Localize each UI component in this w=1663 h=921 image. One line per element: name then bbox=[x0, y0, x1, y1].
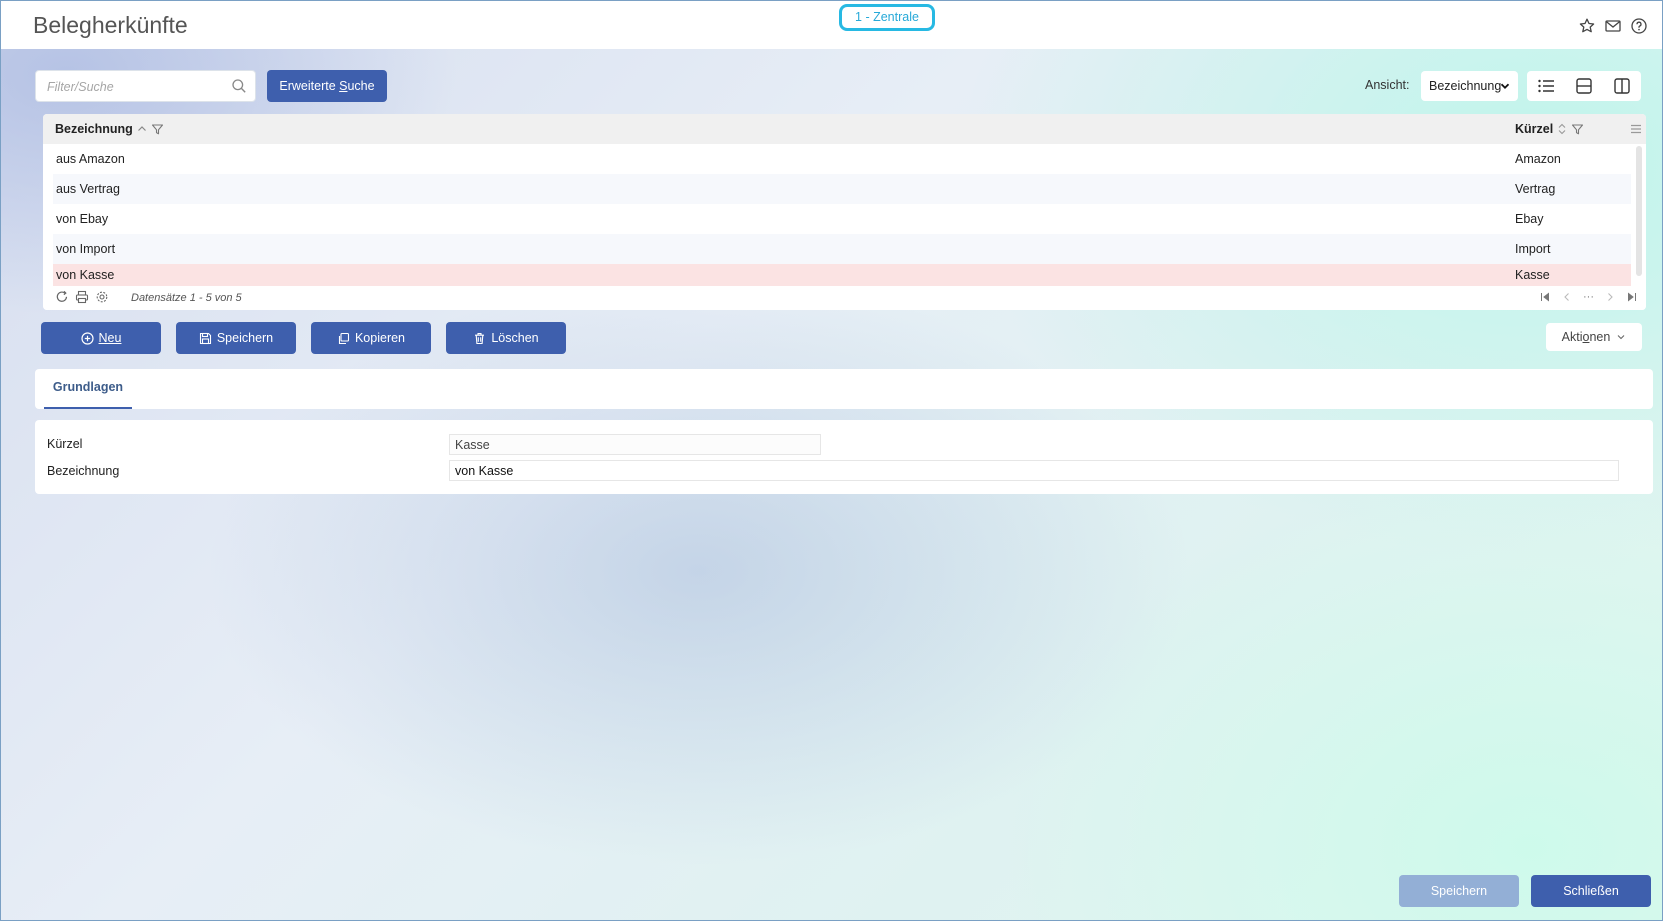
grid-header: Bezeichnung Kürzel bbox=[43, 114, 1646, 144]
detail-form: Kürzel Bezeichnung bbox=[35, 420, 1653, 494]
cell-bezeichnung: von Ebay bbox=[56, 212, 109, 226]
grid-footer: Datensätze 1 - 5 von 5 ··· bbox=[43, 286, 1646, 310]
filter-icon[interactable] bbox=[1571, 123, 1584, 136]
first-page-icon[interactable] bbox=[1539, 291, 1551, 303]
view-label: Ansicht: bbox=[1365, 78, 1410, 92]
advanced-search-button[interactable]: Erweiterte Suche bbox=[267, 70, 387, 102]
split-horizontal-icon[interactable] bbox=[1565, 71, 1603, 101]
actions-dropdown[interactable]: Aktionen bbox=[1546, 323, 1642, 351]
copy-button[interactable]: Kopieren bbox=[311, 322, 431, 354]
table-row[interactable]: aus Vertrag Vertrag bbox=[53, 174, 1631, 204]
page-title: Belegherkünfte bbox=[33, 12, 188, 38]
layout-toggle bbox=[1527, 71, 1641, 101]
plus-circle-icon bbox=[80, 331, 94, 345]
data-grid: Bezeichnung Kürzel aus Amazon Amazon aus… bbox=[43, 114, 1646, 310]
table-row-selected[interactable]: von Kasse Kasse bbox=[53, 264, 1631, 286]
filter-search-box[interactable] bbox=[35, 70, 256, 102]
floppy-icon bbox=[199, 332, 212, 345]
grid-scrollbar[interactable] bbox=[1636, 146, 1642, 276]
column-header-kuerzel[interactable]: Kürzel bbox=[1515, 122, 1584, 136]
print-icon[interactable] bbox=[75, 290, 89, 304]
footer-save-button[interactable]: Speichern bbox=[1399, 875, 1519, 907]
company-badge[interactable]: 1 - Zentrale bbox=[839, 4, 935, 31]
split-vertical-icon[interactable] bbox=[1603, 71, 1641, 101]
chevron-down-icon bbox=[1499, 80, 1511, 92]
table-row[interactable]: von Import Import bbox=[53, 234, 1631, 264]
cell-kuerzel: Amazon bbox=[1515, 152, 1561, 166]
chevron-down-icon bbox=[1616, 332, 1626, 342]
refresh-icon[interactable] bbox=[55, 290, 69, 304]
cell-kuerzel: Kasse bbox=[1515, 268, 1550, 282]
cell-bezeichnung: aus Amazon bbox=[56, 152, 125, 166]
page-ellipsis[interactable]: ··· bbox=[1583, 291, 1594, 303]
column-header-bezeichnung[interactable]: Bezeichnung bbox=[55, 122, 164, 136]
cell-kuerzel: Import bbox=[1515, 242, 1551, 256]
filter-search-input[interactable] bbox=[47, 78, 227, 96]
next-page-icon[interactable] bbox=[1604, 291, 1616, 303]
copy-icon bbox=[337, 332, 350, 345]
cell-bezeichnung: von Kasse bbox=[56, 268, 115, 282]
cell-bezeichnung: von Import bbox=[56, 242, 116, 256]
delete-button[interactable]: Löschen bbox=[446, 322, 566, 354]
kuerzel-field[interactable] bbox=[449, 434, 821, 455]
tab-grundlagen[interactable]: Grundlagen bbox=[44, 369, 132, 409]
help-icon[interactable] bbox=[1630, 17, 1648, 35]
list-view-icon[interactable] bbox=[1527, 71, 1565, 101]
last-page-icon[interactable] bbox=[1626, 291, 1638, 303]
search-icon[interactable] bbox=[231, 78, 247, 94]
prev-page-icon[interactable] bbox=[1561, 291, 1573, 303]
gear-icon[interactable] bbox=[95, 290, 109, 304]
new-button[interactable]: Neu bbox=[41, 322, 161, 354]
table-row[interactable]: von Ebay Ebay bbox=[53, 204, 1631, 234]
sort-asc-icon[interactable] bbox=[137, 124, 147, 134]
pager: ··· bbox=[1539, 291, 1638, 303]
trash-icon bbox=[473, 332, 486, 345]
kuerzel-label: Kürzel bbox=[47, 437, 83, 451]
view-select[interactable]: Bezeichnung bbox=[1421, 71, 1518, 101]
bezeichnung-label: Bezeichnung bbox=[47, 464, 120, 478]
grid-body: aus Amazon Amazon aus Vertrag Vertrag vo… bbox=[53, 144, 1631, 286]
close-button[interactable]: Schließen bbox=[1531, 875, 1651, 907]
header-icons bbox=[1578, 17, 1648, 35]
record-count: Datensätze 1 - 5 von 5 bbox=[131, 292, 242, 304]
star-icon[interactable] bbox=[1578, 17, 1596, 35]
cell-bezeichnung: aus Vertrag bbox=[56, 182, 120, 196]
cell-kuerzel: Vertrag bbox=[1515, 182, 1556, 196]
cell-kuerzel: Ebay bbox=[1515, 212, 1544, 226]
filter-icon[interactable] bbox=[151, 123, 164, 136]
bezeichnung-field[interactable] bbox=[449, 460, 1619, 481]
tab-bar: Grundlagen bbox=[35, 369, 1653, 409]
table-row[interactable]: aus Amazon Amazon bbox=[53, 144, 1631, 174]
column-menu-icon[interactable] bbox=[1630, 123, 1642, 135]
app-header: Belegherkünfte 1 - Zentrale bbox=[1, 1, 1662, 49]
view-select-value: Bezeichnung bbox=[1429, 79, 1502, 93]
save-button[interactable]: Speichern bbox=[176, 322, 296, 354]
sort-icon[interactable] bbox=[1557, 123, 1567, 135]
mail-icon[interactable] bbox=[1604, 17, 1622, 35]
